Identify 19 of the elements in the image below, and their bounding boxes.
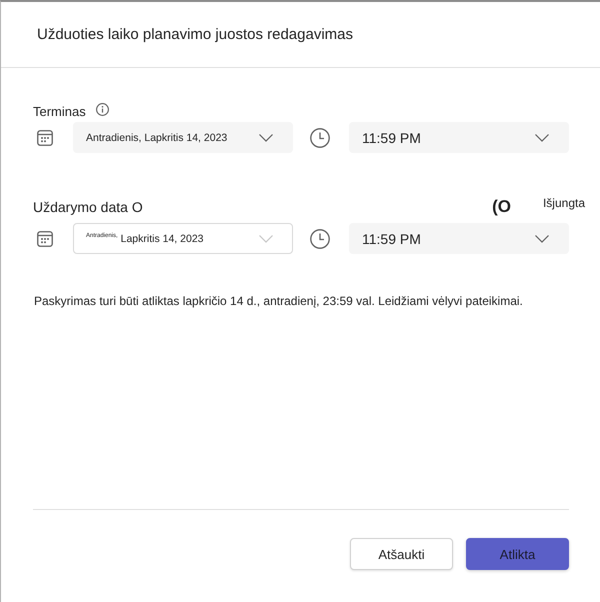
- chevron-down-icon: [259, 134, 273, 142]
- calendar-icon: [37, 130, 53, 146]
- field-label: Uždarymo data O: [33, 198, 143, 216]
- time-picker[interactable]: 11:59 PM: [349, 122, 569, 153]
- chevron-down-icon: [535, 134, 549, 142]
- toggle-switch[interactable]: (O: [492, 197, 511, 217]
- clock-icon: [310, 228, 330, 248]
- clock-icon: [310, 128, 330, 148]
- chevron-down-icon: [259, 234, 273, 242]
- info-icon[interactable]: [96, 102, 109, 116]
- chevron-down-icon: [535, 234, 549, 242]
- cancel-button[interactable]: Atšaukti: [350, 538, 453, 570]
- calendar-icon: [37, 230, 53, 246]
- summary-text: Paskyrimas turi būti atliktas lapkričio 14 d., antradienį, 23:59 val. Leidžiami vėlyvi pateikimai.: [34, 294, 524, 309]
- dialog-title: Užduoties laiko planavimo juostos redagavimas: [37, 24, 353, 44]
- date-picker[interactable]: Antradienis, Lapkritis 14, 2023: [73, 122, 293, 153]
- time-picker[interactable]: 11:59 PM: [349, 223, 569, 254]
- field-label: Terminas: [33, 104, 86, 120]
- toggle-label: Išjungta: [542, 196, 585, 210]
